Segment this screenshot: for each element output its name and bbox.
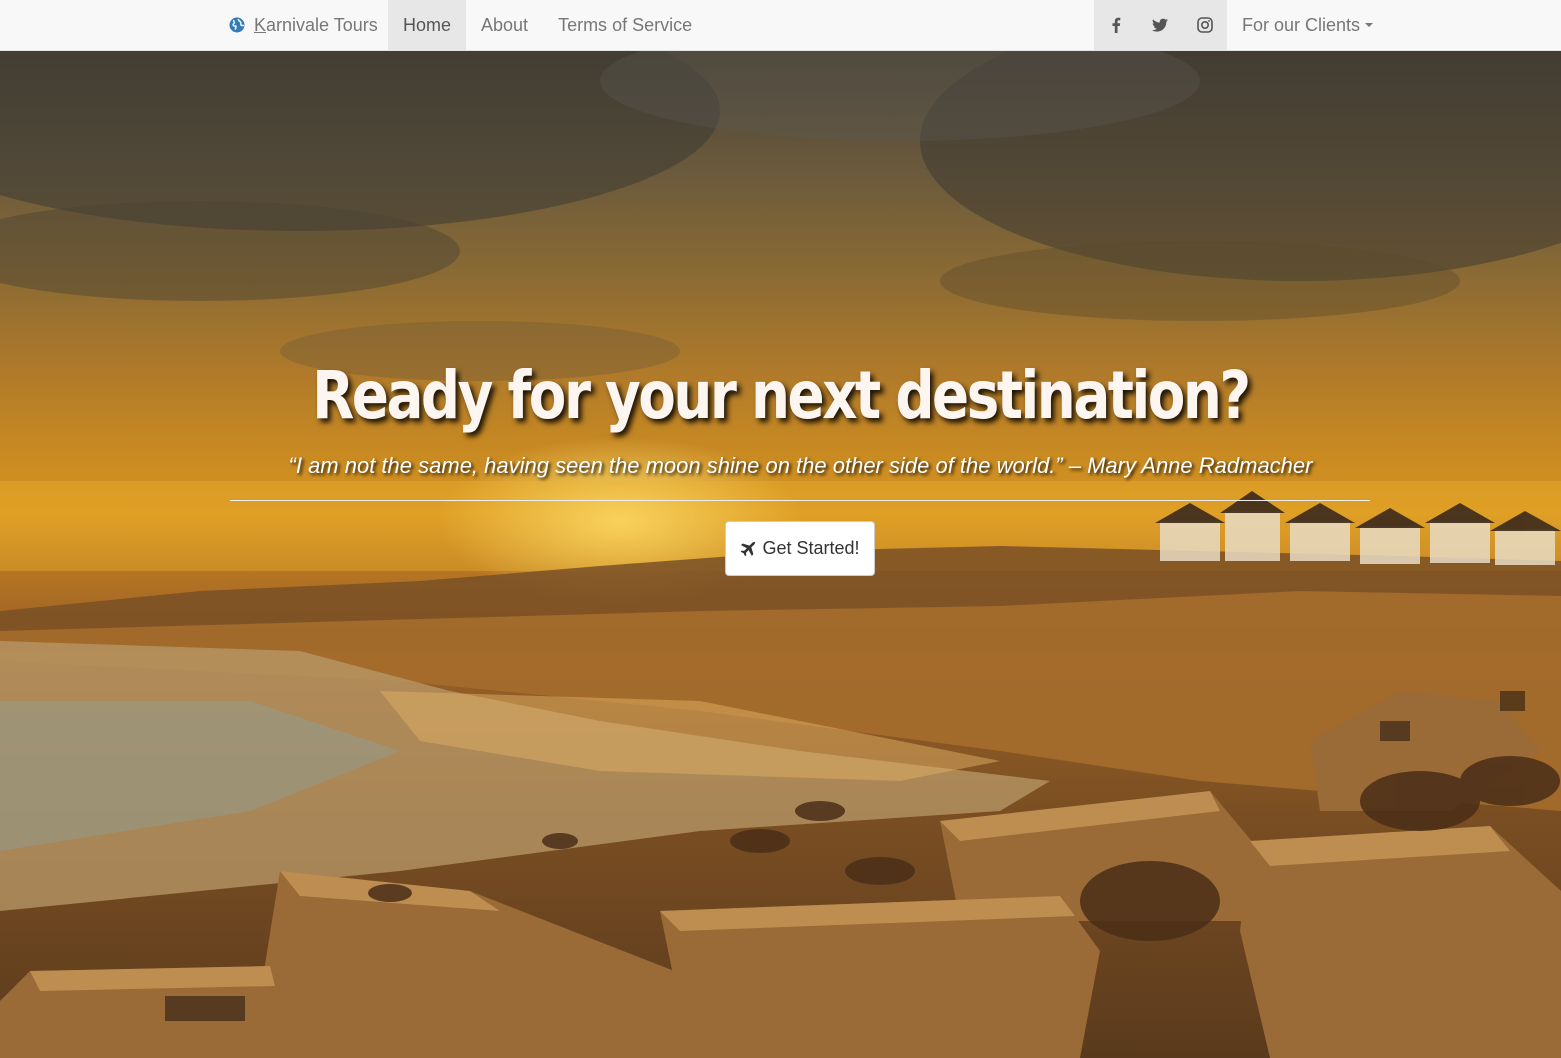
nav-about[interactable]: About [466,0,543,50]
brand-label: Karnivale Tours [254,14,378,35]
instagram-link[interactable] [1183,0,1227,50]
main-nav: Home About Terms of Service [388,0,707,50]
facebook-icon [1112,17,1121,33]
hero-section: Ready for your next destination? “I am n… [0,51,1561,1058]
brand-link[interactable]: Karnivale Tours [229,0,378,50]
facebook-link[interactable] [1094,0,1138,50]
twitter-icon [1152,18,1169,32]
globe-icon [229,17,245,33]
hero-headline: Ready for your next destination? [312,357,1251,434]
nav-terms-of-service[interactable]: Terms of Service [543,0,707,50]
nav-home[interactable]: Home [388,0,467,50]
twitter-link[interactable] [1138,0,1182,50]
social-links [1094,0,1227,50]
navbar: Karnivale Tours Home About Terms of Serv… [0,0,1561,51]
instagram-icon [1197,17,1213,33]
clients-dropdown[interactable]: For our Clients [1227,0,1388,50]
get-started-button[interactable]: Get Started! [725,521,875,576]
caret-down-icon [1365,23,1374,27]
plane-icon [741,541,756,556]
clients-dropdown-label: For our Clients [1242,14,1361,35]
hero-quote: “I am not the same, having seen the moon… [288,453,1313,478]
get-started-label: Get Started! [762,538,860,558]
hero-divider [230,500,1370,501]
